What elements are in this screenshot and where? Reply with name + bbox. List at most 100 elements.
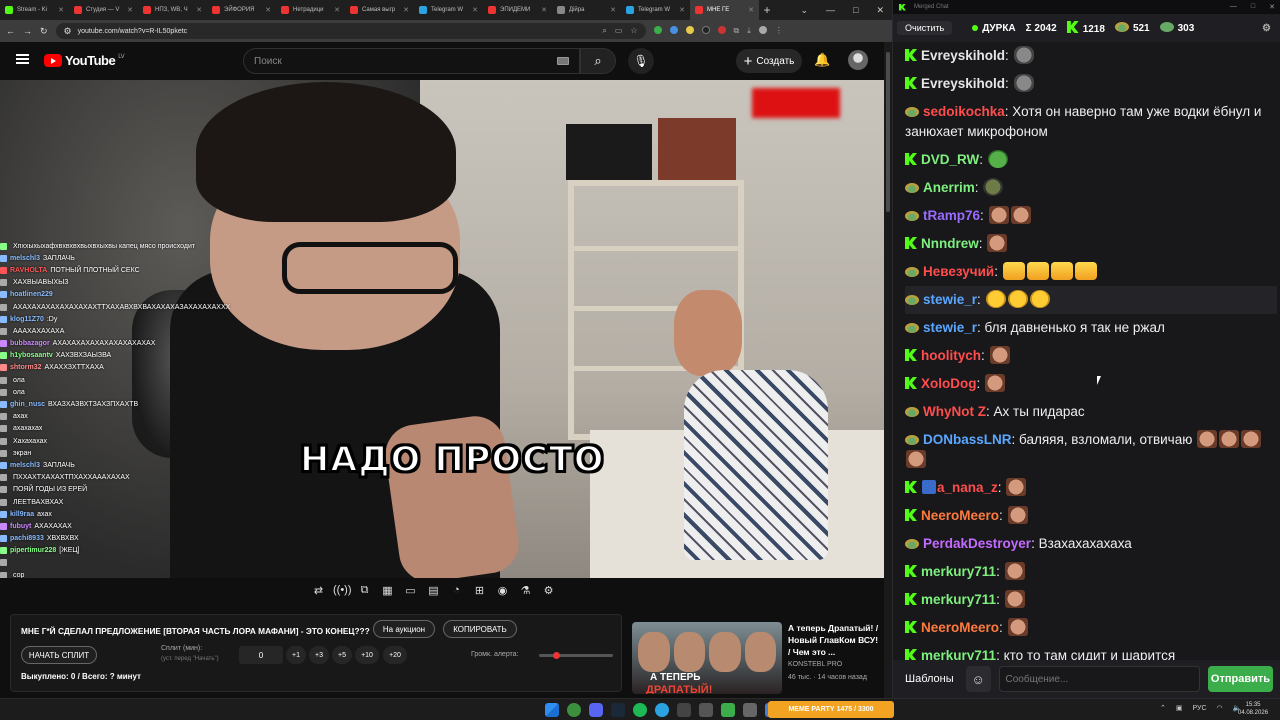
app-icon[interactable] [721,703,735,717]
recommended-channel[interactable]: KONSTEBL PRO [788,661,842,668]
wifi-icon[interactable]: ◠ [1217,704,1223,712]
chat-username[interactable]: Невезучий [923,264,994,279]
tab-search-icon[interactable]: ⌄ [800,5,808,16]
chat-username[interactable]: stewie_r [923,292,977,307]
language-indicator[interactable]: РУС [1193,705,1207,712]
telegram-icon[interactable] [655,703,669,717]
chat-message[interactable]: Невезучий: [905,258,1277,286]
close-tab-icon[interactable]: ✕ [127,6,133,14]
chat-username[interactable]: stewie_r [923,320,977,335]
alert-volume-slider[interactable] [539,652,613,659]
bookmark-star-icon[interactable]: ☆ [630,26,637,36]
browser-tab[interactable]: МНЕ ГЕ ✕ [690,0,759,20]
chat-message[interactable]: Anerrim: [905,174,1277,202]
chat-message[interactable]: stewie_r: [905,286,1277,314]
omnibox[interactable]: ⚙ youtube.com/watch?v=R-IL50pketc ⌕ ▭ ☆ [55,23,646,39]
page-scrollbar[interactable] [884,42,892,698]
clear-chat-button[interactable]: Очистить [897,21,953,35]
chat-message[interactable]: hoolitych: [905,342,1277,370]
chat-username[interactable]: hoolitych [921,348,981,363]
step-button[interactable]: +10 [355,646,379,664]
browser-tab[interactable]: Самая выгр ✕ [345,0,414,20]
close-tab-icon[interactable]: ✕ [679,6,685,14]
chat-message[interactable]: NeeroMeero: [905,502,1277,530]
browser-tab[interactable]: Stream - Ki ✕ [0,0,69,20]
browser-tab[interactable]: Telegram W ✕ [414,0,483,20]
player-control-icon[interactable]: ◉ [494,584,511,597]
start-split-button[interactable]: НАЧАТЬ СПЛИТ [21,646,97,664]
chat-username[interactable]: NeeroMeero [921,620,999,635]
maximize-button[interactable]: □ [853,5,858,16]
chat-username[interactable]: tRamp76 [923,208,980,223]
step-button[interactable]: +1 [286,646,306,664]
maximize-button[interactable]: □ [1251,3,1255,11]
close-tab-icon[interactable]: ✕ [610,6,616,14]
chat-message[interactable]: merkury711: кто то там сидит и шарится [905,642,1277,660]
browser-tab[interactable]: НПЗ, WB, Ч ✕ [138,0,207,20]
close-tab-icon[interactable]: ✕ [748,6,754,14]
recommended-video[interactable]: А ТЕПЕРЬ ДРАПАТЫЙ! А теперь Драпатый! / … [632,620,884,698]
close-tab-icon[interactable]: ✕ [265,6,271,14]
chat-message[interactable]: XoloDog: [905,370,1277,398]
recommended-title[interactable]: А теперь Драпатый! / Новый ГлавКом ВСУ! … [788,622,880,658]
steam-icon[interactable] [611,703,625,717]
chat-username[interactable]: WhyNot Z [923,404,986,419]
send-button[interactable]: Отправить [1207,666,1273,692]
player-control-icon[interactable]: ⧉ [356,584,373,597]
browser-tab[interactable]: ЭЙФОРИЯ ✕ [207,0,276,20]
cast-icon[interactable]: ▭ [615,26,623,36]
discord-icon[interactable] [589,703,603,717]
chat-username[interactable]: DONbassLNR [923,432,1012,447]
notifications-bell-icon[interactable]: 🔔 [814,52,830,68]
reload-icon[interactable]: ↻ [40,26,48,37]
extensions-puzzle-icon[interactable]: ⧉ [734,26,740,36]
templates-button[interactable]: Шаблоны [901,673,958,685]
chat-message[interactable]: stewie_r: бля давненько я так не ржал [905,314,1277,342]
search-input[interactable] [254,55,544,67]
download-icon[interactable]: ⤓ [747,26,751,36]
chat-message[interactable]: DVD_RW: [905,146,1277,174]
site-info-icon[interactable]: ⚙ [64,26,72,37]
extension-icon[interactable] [701,26,710,34]
chat-message[interactable]: a_nana_z: [905,474,1277,502]
browser-tab[interactable]: Дiйра ✕ [552,0,621,20]
chat-message-list[interactable]: Evreyskihold: Evreyskihold: sedoikochka:… [893,42,1277,660]
close-tab-icon[interactable]: ✕ [58,6,64,14]
step-button[interactable]: +5 [332,646,352,664]
new-tab-button[interactable]: + [759,3,775,17]
step-button[interactable]: +20 [383,646,407,664]
player-control-icon[interactable]: ((•)) [333,584,352,597]
player-control-icon[interactable]: ⚙ [540,584,557,597]
chat-username[interactable]: Nnndrew [921,236,979,251]
app-icon[interactable] [699,703,713,717]
back-icon[interactable]: ← [6,26,15,36]
extension-icon[interactable] [653,26,662,34]
player-control-icon[interactable]: ⊞ [471,584,488,597]
chat-username[interactable]: NeeroMeero [921,508,999,523]
chat-message[interactable]: PerdakDestroyer: Взахахахахаха [905,530,1277,558]
close-window-button[interactable]: ✕ [876,5,884,16]
emoji-picker-icon[interactable]: ☺ [965,666,991,692]
player-control-icon[interactable]: ◔ [448,584,465,597]
voice-search-button[interactable]: 🎙 [628,48,654,74]
browser-tab[interactable]: Студия — V ✕ [69,0,138,20]
settings-gear-icon[interactable]: ⚙ [1262,23,1277,34]
browser-tab[interactable]: Нетрадици ✕ [276,0,345,20]
extension-icon[interactable] [717,26,726,34]
app-icon[interactable] [743,703,757,717]
chat-username[interactable]: PerdakDestroyer [923,536,1031,551]
chat-message[interactable]: tRamp76: [905,202,1277,230]
chat-username[interactable]: a_nana_z [937,480,998,495]
player-control-icon[interactable]: ⇄ [310,584,327,597]
system-clock[interactable]: 15:35 04.08.2026 [1238,701,1268,717]
chat-message[interactable]: WhyNot Z: Ах ты пидарас [905,398,1277,426]
chat-message[interactable]: Evreyskihold: [905,42,1277,70]
close-tab-icon[interactable]: ✕ [541,6,547,14]
chat-username[interactable]: Evreyskihold [921,48,1005,63]
close-tab-icon[interactable]: ✕ [403,6,409,14]
extension-icon[interactable] [669,26,678,34]
copy-button[interactable]: КОПИРОВАТЬ [443,620,517,638]
search-button[interactable]: ⌕ [580,48,616,74]
tray-app-icon[interactable]: ▣ [1176,704,1183,712]
player-control-icon[interactable]: ⚗ [517,584,534,597]
